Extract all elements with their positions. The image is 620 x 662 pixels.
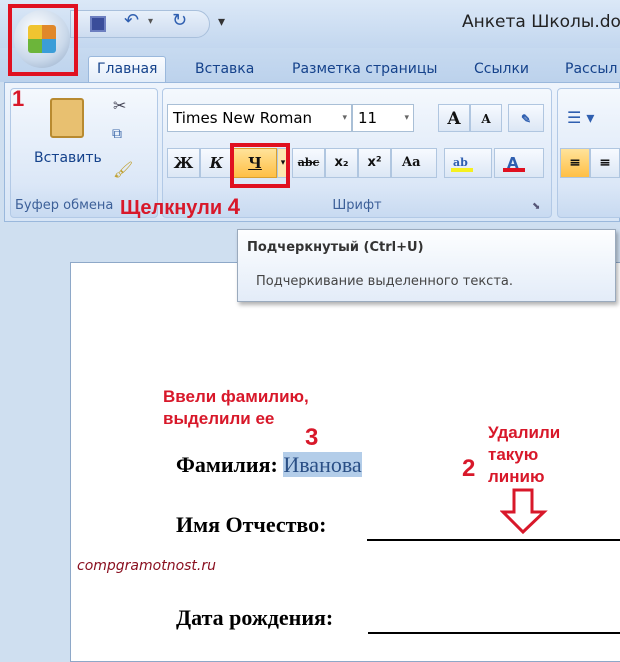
tab-references[interactable]: Ссылки: [474, 56, 529, 82]
bullets-icon[interactable]: ☰ ▾: [567, 108, 594, 127]
annotation-entered: Ввели фамилию, выделили ее: [163, 386, 309, 430]
name-label: Имя Отчество:: [176, 512, 327, 537]
annotation-2: 2: [462, 455, 476, 482]
annotation-line: Ввели фамилию,: [163, 387, 309, 406]
subscript-button[interactable]: x₂: [325, 148, 358, 178]
annotation-box-office-button: [8, 4, 78, 76]
cut-icon[interactable]: ✂: [113, 96, 126, 115]
annotation-removed: Удалили такую линию: [488, 422, 560, 488]
shrink-font-button[interactable]: A: [470, 104, 502, 132]
font-color-button[interactable]: A: [494, 148, 544, 178]
annotation-clicked-text: Щелкнули: [120, 197, 223, 219]
annotation-line: линию: [488, 467, 545, 486]
redo-icon[interactable]: ↻: [172, 10, 187, 31]
annotation-3: 3: [305, 424, 319, 451]
surname-line: Фамилия: Иванова: [176, 452, 362, 478]
chevron-down-icon[interactable]: ▾: [342, 113, 347, 123]
undo-dropdown-icon[interactable]: ▾: [148, 16, 153, 27]
group-dialog-launcher-icon[interactable]: ⬊: [532, 201, 540, 212]
surname-value-selected[interactable]: Иванова: [283, 452, 362, 477]
chevron-down-icon[interactable]: ▾: [404, 113, 409, 123]
copy-icon[interactable]: ⧉: [112, 126, 122, 142]
font-size-combobox[interactable]: 11 ▾: [352, 104, 414, 132]
customize-qat-icon[interactable]: ▾: [218, 14, 225, 30]
highlight-button[interactable]: ab: [444, 148, 492, 178]
annotation-line: такую: [488, 445, 539, 464]
birth-underline: [368, 632, 620, 634]
grow-font-button[interactable]: A: [438, 104, 470, 132]
watermark: compgramotnost.ru: [77, 558, 217, 574]
tab-home[interactable]: Главная: [88, 56, 167, 82]
annotation-1: 1: [12, 86, 25, 111]
annotation-4: 4: [227, 194, 240, 219]
tooltip: Подчеркнутый (Ctrl+U) Подчеркивание выде…: [237, 229, 616, 302]
font-name-value: Times New Roman: [173, 109, 313, 127]
bold-button[interactable]: Ж: [167, 148, 200, 178]
save-icon[interactable]: [90, 16, 106, 32]
tooltip-title: Подчеркнутый (Ctrl+U): [247, 240, 424, 255]
paste-button[interactable]: Вставить: [34, 150, 102, 166]
italic-button[interactable]: К: [200, 148, 233, 178]
annotation-line: выделили ее: [163, 409, 275, 428]
annotation-box-underline: [230, 143, 290, 188]
paste-icon[interactable]: [50, 98, 84, 138]
strikethrough-button[interactable]: abc: [292, 148, 325, 178]
name-underline: [367, 539, 620, 541]
tooltip-description: Подчеркивание выделенного текста.: [256, 274, 513, 289]
tab-page-layout[interactable]: Разметка страницы: [292, 56, 437, 82]
superscript-button[interactable]: x²: [358, 148, 391, 178]
font-name-combobox[interactable]: Times New Roman ▾: [167, 104, 352, 132]
format-painter-icon[interactable]: 🖌: [113, 160, 133, 179]
clear-formatting-button[interactable]: ✎: [508, 104, 544, 132]
align-left-button[interactable]: ≡: [560, 148, 590, 178]
window-title: Анкета Школы.doc: [462, 12, 620, 32]
birth-label: Дата рождения:: [176, 605, 334, 630]
undo-icon[interactable]: ↶: [124, 10, 139, 31]
annotation-clicked: Щелкнули 4: [120, 194, 240, 220]
align-center-button[interactable]: ≡: [590, 148, 620, 178]
change-case-button[interactable]: Aa: [391, 148, 437, 178]
font-size-value: 11: [358, 109, 378, 127]
arrow-down-icon: [500, 488, 548, 535]
font-color-bar: [503, 168, 525, 172]
annotation-line: Удалили: [488, 423, 561, 442]
highlight-color-bar: [451, 168, 473, 172]
surname-label: Фамилия:: [176, 452, 278, 477]
tab-mailings[interactable]: Рассыл: [565, 56, 617, 82]
tab-insert[interactable]: Вставка: [195, 56, 254, 82]
